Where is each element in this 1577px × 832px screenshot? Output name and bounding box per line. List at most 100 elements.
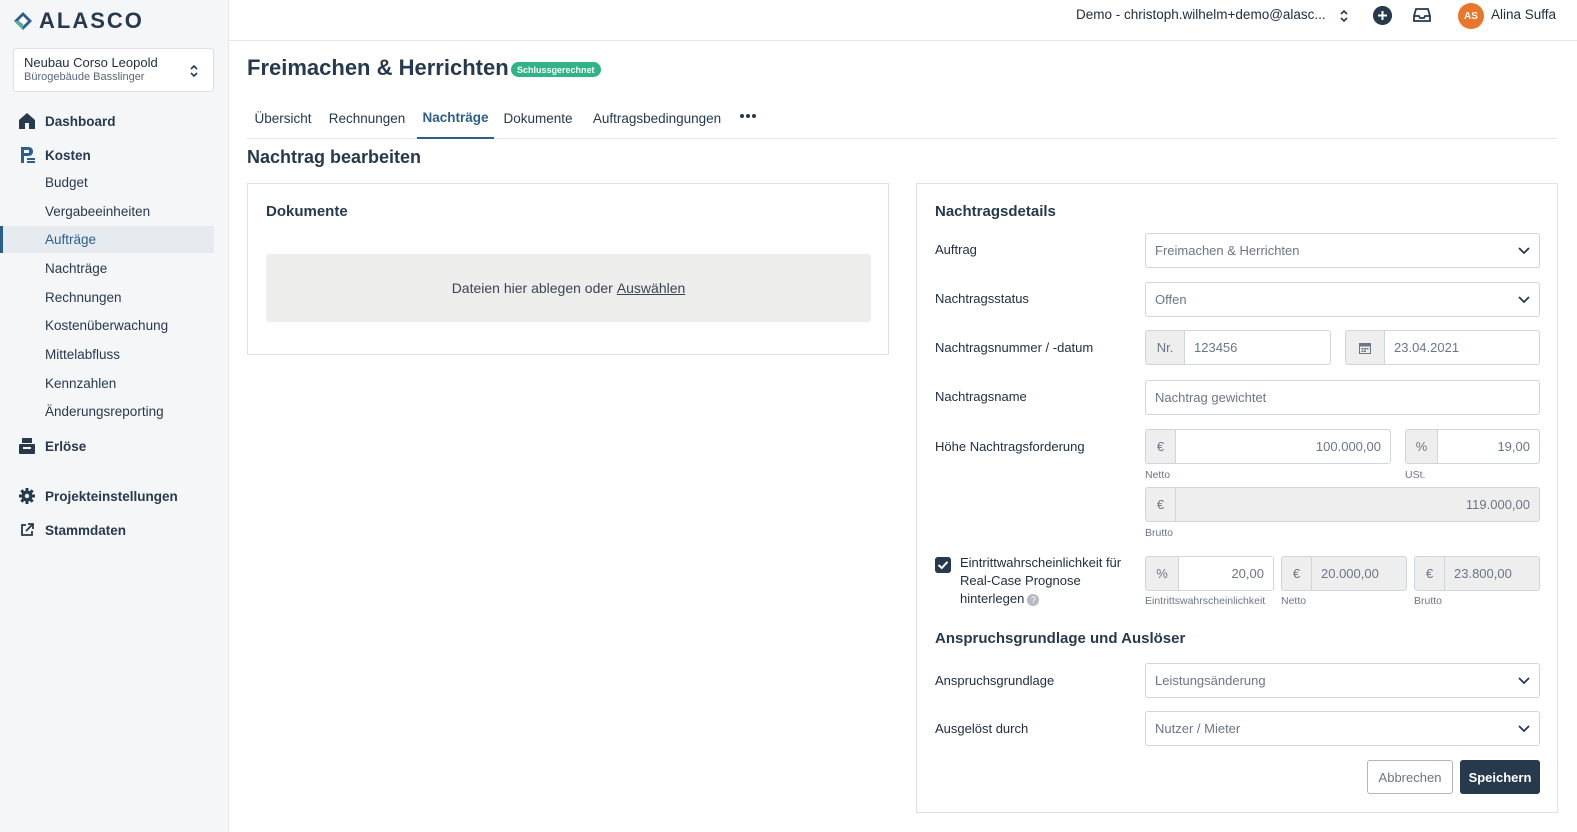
alasco-logo[interactable]: ALASCO	[13, 8, 144, 33]
project-building: Bürogebäude Basslinger	[24, 71, 145, 83]
sidebar-item-nachtraege[interactable]: Nachträge	[0, 255, 214, 282]
dropzone-text: Dateien hier ablegen oder	[451, 280, 613, 296]
nachtragsname-placeholder: Nachtrag gewichtet	[1155, 390, 1267, 405]
nachtragsname-label: Nachtragsname	[935, 389, 1027, 404]
probability-netto-value: 20.000,00	[1321, 566, 1379, 581]
nachtragsname-input[interactable]: Nachtrag gewichtet	[1145, 380, 1540, 415]
sidebar-item-label: Dashboard	[45, 113, 116, 129]
tab-dokumente[interactable]: Dokumente	[500, 97, 576, 139]
select-files-link[interactable]: Auswählen	[617, 280, 686, 296]
probability-checkbox[interactable]	[935, 557, 951, 573]
chevron-down-icon	[1518, 725, 1530, 733]
ust-value: 19,00	[1497, 439, 1530, 454]
register-icon	[19, 438, 35, 454]
more-icon[interactable]	[739, 112, 757, 120]
sidebar-item-vergabeeinheiten[interactable]: Vergabeeinheiten	[0, 198, 214, 225]
gear-icon	[19, 488, 35, 504]
sidebar-item-kostenueberwachung[interactable]: Kostenüberwachung	[0, 312, 214, 339]
save-button[interactable]: Speichern	[1460, 760, 1540, 794]
sidebar-item-label: Vergabeeinheiten	[45, 204, 151, 219]
number-prefix: Nr.	[1145, 330, 1185, 365]
probability-netto-hint: Netto	[1281, 595, 1307, 607]
details-card: Nachtragsdetails Auftrag Freimachen & He…	[916, 183, 1558, 813]
probability-value: 20,00	[1231, 566, 1264, 581]
sidebar-item-auftraege[interactable]: Aufträge	[0, 226, 214, 253]
sidebar-item-aenderungsreporting[interactable]: Änderungsreporting	[0, 398, 214, 425]
sidebar-item-label: Rechnungen	[45, 290, 122, 305]
page-title: Freimachen & Herrichten	[247, 55, 509, 80]
ausgeloest-durch-label: Ausgelöst durch	[935, 721, 1029, 736]
ausgeloest-durch-value: Nutzer / Mieter	[1155, 721, 1241, 736]
external-link-icon	[21, 523, 34, 536]
auftrag-select[interactable]: Freimachen & Herrichten	[1145, 233, 1540, 268]
cancel-button[interactable]: Abbrechen	[1367, 760, 1453, 794]
sidebar-item-label: Aufträge	[45, 232, 97, 247]
tab-uebersicht[interactable]: Übersicht	[247, 97, 319, 139]
sidebar-item-kosten[interactable]: Kosten	[0, 140, 229, 170]
brutto-hint: Brutto	[1145, 527, 1174, 539]
probability-label: Eintrittwahrscheinlichkeit für Real-Case…	[960, 554, 1130, 608]
nachtragsnummer-value: 123456	[1194, 340, 1238, 355]
user-name[interactable]: Alina Suffa	[1491, 7, 1556, 22]
ust-input[interactable]: 19,00	[1437, 429, 1540, 464]
tab-auftragsbedingungen[interactable]: Auftragsbedingungen	[587, 97, 727, 139]
status-badge: Schlussgerechnet	[511, 62, 601, 77]
brutto-value: 119.000,00	[1465, 497, 1530, 512]
sidebar-item-label: Stammdaten	[45, 522, 127, 538]
sidebar-item-erloese[interactable]: Erlöse	[0, 431, 229, 461]
nachtragsnummer-input[interactable]: 123456	[1184, 330, 1331, 365]
sidebar-item-budget[interactable]: Budget	[0, 169, 214, 196]
anspruchsgrundlage-label: Anspruchsgrundlage	[935, 673, 1055, 688]
brutto-input: 119.000,00	[1175, 487, 1540, 522]
nachtragsstatus-label: Nachtragsstatus	[935, 291, 1029, 306]
ausgeloest-durch-select[interactable]: Nutzer / Mieter	[1145, 711, 1540, 746]
inbox-icon[interactable]	[1413, 7, 1431, 23]
sidebar-item-label: Nachträge	[45, 261, 108, 276]
nachtragsstatus-value: Offen	[1155, 292, 1187, 307]
tab-rechnungen[interactable]: Rechnungen	[323, 97, 411, 139]
probability-input[interactable]: 20,00	[1178, 556, 1274, 591]
file-dropzone[interactable]: Dateien hier ablegen oder Auswählen	[266, 254, 871, 322]
brand-name: ALASCO	[39, 8, 144, 33]
probability-label-text: Eintrittwahrscheinlichkeit für Real-Case…	[960, 555, 1122, 606]
currency-addon: €	[1414, 556, 1445, 591]
card-title: Nachtragsdetails	[935, 203, 1056, 220]
hoehe-nachtragsforderung-label: Höhe Nachtragsforderung	[935, 439, 1085, 454]
sidebar-item-rechnungen[interactable]: Rechnungen	[0, 284, 214, 311]
card-title: Dokumente	[266, 203, 348, 220]
sidebar-item-label: Kennzahlen	[45, 376, 117, 391]
plus-icon[interactable]	[1373, 6, 1392, 25]
tenant-selector[interactable]: Demo - christoph.wilhelm+demo@alasc...	[1076, 7, 1326, 22]
probability-hint: Eintrittswahrscheinlichkeit	[1145, 595, 1266, 607]
help-icon[interactable]: ?	[1027, 593, 1040, 606]
nachtragsdatum-input[interactable]: 23.04.2021	[1384, 330, 1540, 365]
auftrag-value: Freimachen & Herrichten	[1155, 243, 1300, 258]
netto-input[interactable]: 100.000,00	[1175, 429, 1391, 464]
project-name: Neubau Corso Leopold	[24, 55, 158, 70]
sort-caret-icon[interactable]	[1339, 8, 1349, 24]
sidebar-item-mittelabfluss[interactable]: Mittelabfluss	[0, 341, 214, 368]
sidebar-item-stammdaten[interactable]: Stammdaten	[0, 515, 229, 545]
percent-addon: %	[1405, 429, 1438, 464]
ust-hint: USt.	[1405, 469, 1426, 481]
netto-value: 100.000,00	[1315, 439, 1381, 454]
probability-brutto-hint: Brutto	[1414, 595, 1443, 607]
chevron-down-icon	[1518, 296, 1530, 304]
home-icon	[19, 113, 35, 129]
sidebar-item-dashboard[interactable]: Dashboard	[0, 106, 229, 136]
documents-card: Dokumente Dateien hier ablegen oder Ausw…	[247, 183, 889, 355]
sidebar-item-kennzahlen[interactable]: Kennzahlen	[0, 370, 214, 397]
calendar-addon[interactable]	[1345, 330, 1385, 365]
cost-icon	[21, 147, 35, 163]
anspruchsgrundlage-value: Leistungsänderung	[1155, 673, 1266, 688]
sidebar-item-label: Budget	[45, 175, 88, 190]
sidebar-item-projekteinstellungen[interactable]: Projekteinstellungen	[0, 481, 229, 511]
alasco-logo-icon	[14, 12, 32, 30]
avatar[interactable]: AS	[1458, 3, 1484, 29]
currency-addon: €	[1145, 487, 1176, 522]
sidebar-item-label: Erlöse	[45, 438, 87, 454]
tab-nachtraege[interactable]: Nachträge	[417, 97, 494, 139]
project-selector[interactable]: Neubau Corso Leopold Bürogebäude Basslin…	[13, 48, 214, 92]
anspruchsgrundlage-select[interactable]: Leistungsänderung	[1145, 663, 1540, 698]
nachtragsstatus-select[interactable]: Offen	[1145, 282, 1540, 317]
